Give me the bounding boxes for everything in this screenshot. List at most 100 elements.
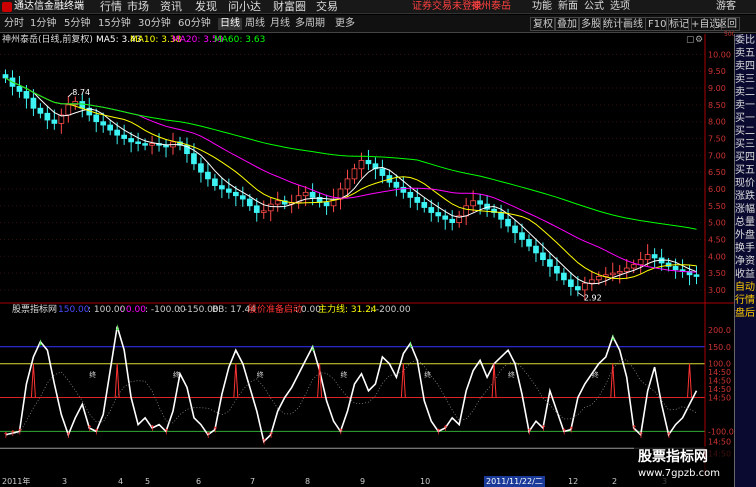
end-label: 终 (89, 370, 96, 379)
sell-arrow-icon: ↓ (407, 340, 414, 349)
candle-body (16, 85, 23, 92)
sell-arrow-icon: ↓ (114, 323, 121, 332)
candle-body (65, 104, 72, 116)
sidebar-field-label[interactable]: 收益 (735, 268, 756, 281)
sidebar-field-label[interactable]: 卖三 (735, 73, 756, 86)
sidebar-field-label[interactable]: 涨幅 (735, 203, 756, 216)
candle-body (232, 191, 239, 197)
y-tick-label: 3.00 (708, 286, 726, 295)
sidebar-field-label[interactable]: 买一 (735, 112, 756, 125)
candle-body (547, 259, 553, 267)
candle-body (442, 215, 449, 220)
candle-body (128, 138, 134, 143)
buy-arrow-icon: ↑ (526, 427, 533, 436)
sidebar-field-label[interactable]: 买三 (735, 138, 756, 151)
end-label: 终 (592, 370, 599, 379)
candle-body (540, 252, 546, 261)
end-label: 终 (173, 370, 180, 379)
date-label: 6 (196, 477, 202, 486)
candle-body (23, 91, 30, 99)
buy-arrow-icon: ↑ (268, 431, 275, 440)
stock-label[interactable]: 神州泰岳(日线,前复权) (2, 34, 93, 46)
buy-arrow-icon: ↑ (261, 438, 268, 447)
sidebar-field-label[interactable]: 自动 (735, 281, 756, 294)
buy-arrow-icon: ↑ (2, 431, 9, 440)
sidebar-field-label[interactable]: 卖四 (735, 60, 756, 73)
buy-arrow-icon: ↑ (9, 429, 16, 438)
sidebar-field-label[interactable]: 买五 (735, 164, 756, 177)
indicator-header-item: 股价准备启动 (248, 305, 303, 315)
sell-arrow-icon: ↓ (310, 344, 317, 353)
buy-arrow-icon: ↑ (338, 427, 345, 436)
candle-body (414, 196, 421, 203)
indicator-y-tick: 14:50 (708, 394, 731, 403)
signal-spike (400, 363, 406, 398)
buy-arrow-icon: ↑ (540, 424, 547, 433)
indicator-header-item: : 0.00 (120, 305, 146, 315)
sidebar-field-label[interactable]: 换手 (735, 242, 756, 255)
sidebar-field-label[interactable]: 卖五 (735, 47, 756, 60)
indicator-y-tick: 150.0 (708, 343, 731, 352)
settings-icon[interactable]: ▢ (686, 34, 695, 46)
sidebar-field-label[interactable]: 外盘 (735, 229, 756, 242)
buy-arrow-icon: ↑ (568, 426, 575, 435)
candle-body (672, 265, 679, 271)
buy-arrow-icon: ↑ (631, 424, 638, 433)
candle-body (498, 212, 504, 220)
date-label: 9 (360, 477, 366, 486)
y-tick-label: 9.50 (708, 67, 726, 76)
sidebar-field-label[interactable]: 买二 (735, 125, 756, 138)
sidebar-field-label[interactable]: 行情 (735, 294, 756, 307)
indicator-line (5, 326, 698, 444)
buy-arrow-icon: ↑ (666, 431, 673, 440)
candle-body (100, 121, 107, 126)
signal-spike (491, 363, 497, 398)
candle-body (470, 200, 476, 207)
candle-body (630, 264, 637, 269)
candle-body (51, 119, 58, 124)
indicator-name[interactable]: 股票指标网 (12, 304, 57, 316)
candle-body (2, 74, 9, 79)
y-tick-label: 9.00 (708, 84, 726, 93)
candle-body (637, 259, 644, 266)
sidebar-field-label[interactable]: 盘后 (735, 307, 756, 320)
quote-sidebar: 委比 卖五 卖四 卖三 卖二 卖一 买一 买二 买三 买四 买五 现价 涨跌 涨幅 总量 外盘 换手 净资 收益 自动… (734, 34, 756, 487)
signal-spike (687, 363, 693, 398)
y-tick-label: 6.00 (708, 185, 726, 194)
indicator-signals: ↑ ↑ ↑↓↑↑ ↑↓↑ ↑ ↑↑↑↑↓↑↓↑ ↑ ↑ ↑ ↑ ↑↓↑↑ ↑终终终终终终终 (2, 323, 693, 447)
watermark: 股票指标网 www.7gpzb.com (634, 446, 734, 484)
sidebar-field-label[interactable]: 卖一 (735, 99, 756, 112)
sidebar-field-label[interactable]: 净资 (735, 255, 756, 268)
sidebar-field-label[interactable]: 买四 (735, 151, 756, 164)
candle-body (274, 200, 281, 205)
gear-icon[interactable]: ⚙ (695, 34, 703, 46)
candle-body (533, 245, 539, 254)
buy-arrow-icon: ↑ (16, 427, 23, 436)
candle-body (198, 163, 204, 173)
candle-body (163, 144, 169, 148)
ma60-label: MA60: 3.63 (214, 35, 266, 45)
candle-body (568, 279, 574, 287)
main-chart-header: 神州泰岳(日线,前复权) MA5: 3.43 MA10: 3.38 MA20: … (0, 34, 705, 46)
sidebar-field-label[interactable]: 卖二 (735, 86, 756, 99)
date-label: 3 (62, 477, 68, 486)
sidebar-field-label[interactable]: 涨跌 (735, 190, 756, 203)
sidebar-field-label[interactable]: 总量 (735, 216, 756, 229)
sidebar-field-label[interactable]: 委比 (735, 34, 756, 47)
date-label: 2011/11/22/二 (484, 476, 545, 487)
date-label: 7 (250, 477, 256, 486)
candle-body (93, 114, 100, 123)
candle-body (114, 129, 121, 136)
candle-body (463, 205, 470, 217)
indicator-y-tick: 200.0 (708, 326, 731, 335)
candle-body (135, 141, 141, 144)
candle-body (79, 101, 86, 109)
sell-arrow-icon: ↓ (610, 334, 617, 343)
date-label: 10 (420, 477, 431, 486)
candle-body (219, 185, 225, 190)
chart-canvas[interactable]: 8.74 2.92 10.00 9.50 9.00 8.50 8.00 7.50 7.00 6.… (0, 0, 734, 487)
sidebar-field-label[interactable]: 现价 (735, 177, 756, 190)
candle-body (37, 107, 44, 114)
candle-body (609, 272, 616, 276)
indicator-header-item: : -200.00 (370, 305, 411, 315)
